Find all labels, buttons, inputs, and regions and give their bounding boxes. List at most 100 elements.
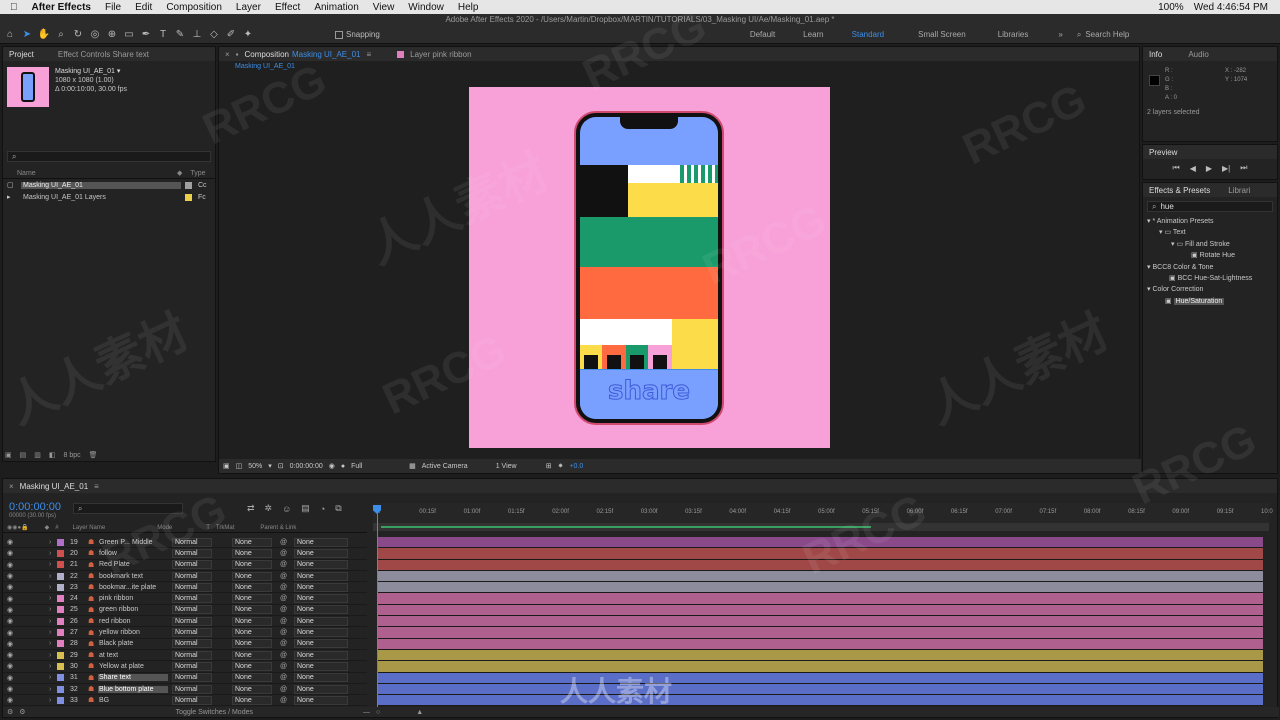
expand-icon[interactable]: ›: [49, 595, 57, 602]
next-frame-icon[interactable]: ▶|: [1222, 164, 1230, 173]
snapping-checkbox[interactable]: [335, 30, 343, 39]
tab-composition-name[interactable]: Masking UI_AE_01: [292, 50, 360, 59]
project-search-input[interactable]: ⌕: [7, 151, 211, 162]
rectangle-tool-icon[interactable]: ▭: [122, 28, 136, 42]
layer-name[interactable]: green ribbon: [98, 606, 168, 613]
visibility-eye-icon[interactable]: ◉: [7, 629, 19, 637]
exposure-icon[interactable]: ✷: [558, 462, 564, 470]
pen-tool-icon[interactable]: ✒: [139, 28, 153, 42]
pickwhip-icon[interactable]: @: [280, 550, 290, 557]
parent-dropdown[interactable]: None: [294, 684, 348, 694]
visibility-eye-icon[interactable]: ◉: [7, 538, 19, 546]
workspace-standard[interactable]: Standard: [852, 30, 884, 39]
effects-search-input[interactable]: ⌕ hue: [1147, 201, 1273, 212]
visibility-eye-icon[interactable]: ◉: [7, 674, 19, 682]
col-name[interactable]: Name: [17, 170, 177, 177]
layer-name[interactable]: Share text: [98, 674, 168, 682]
zoom-slider-icon[interactable]: ○: [376, 709, 380, 716]
label-swatch[interactable]: [57, 606, 64, 614]
menu-animation[interactable]: Animation: [314, 2, 358, 13]
clock[interactable]: Wed 4:46:54 PM: [1194, 2, 1268, 13]
tab-preview[interactable]: Preview: [1149, 148, 1177, 157]
tree-bcc-hue[interactable]: ▣ BCC Hue-Sat-Lightness: [1147, 273, 1277, 284]
parent-dropdown[interactable]: None: [294, 582, 348, 592]
work-area-bar[interactable]: [373, 523, 1269, 531]
parent-dropdown[interactable]: None: [294, 650, 348, 660]
layer-row[interactable]: ◉ › 28 ☗ Black plate Normal None @ None: [3, 639, 367, 650]
exposure-value[interactable]: +0.0: [569, 463, 583, 470]
mode-dropdown[interactable]: Normal: [172, 582, 212, 592]
pickwhip-icon[interactable]: @: [280, 595, 290, 602]
timeline-search-input[interactable]: ⌕: [73, 503, 183, 514]
trkmat-dropdown[interactable]: None: [232, 594, 272, 604]
layer-duration-bar[interactable]: [377, 695, 1263, 707]
draft-3d-icon[interactable]: ✲: [265, 503, 273, 514]
prev-frame-icon[interactable]: ◀: [1190, 164, 1196, 173]
mode-dropdown[interactable]: Normal: [172, 571, 212, 581]
label-swatch[interactable]: [57, 685, 64, 693]
layer-row[interactable]: ◉ › 21 ☗ Red Plate Normal None @ None: [3, 560, 367, 571]
layer-duration-bar[interactable]: [377, 661, 1263, 673]
comp-canvas[interactable]: share: [469, 87, 830, 448]
roto-tool-icon[interactable]: ✐: [224, 28, 238, 42]
type-tool-icon[interactable]: T: [156, 28, 170, 42]
visibility-eye-icon[interactable]: ◉: [7, 617, 19, 625]
trkmat-dropdown[interactable]: None: [232, 661, 272, 671]
parent-dropdown[interactable]: None: [294, 695, 348, 705]
layer-row[interactable]: ◉ › 29 ☗ at text Normal None @ None: [3, 650, 367, 662]
layer-row[interactable]: ◉ › 24 ☗ pink ribbon Normal None @ None: [3, 593, 367, 605]
tab-timeline[interactable]: Masking UI_AE_01: [20, 482, 88, 491]
close-timeline-icon[interactable]: ×: [9, 482, 14, 491]
layer-name[interactable]: BG: [98, 697, 168, 704]
mode-dropdown[interactable]: Normal: [172, 695, 212, 705]
shy-icon[interactable]: ☺: [282, 504, 291, 514]
parent-dropdown[interactable]: None: [294, 548, 348, 558]
menu-composition[interactable]: Composition: [166, 2, 222, 13]
expand-icon[interactable]: ›: [49, 640, 57, 647]
menu-app-name[interactable]: After Effects: [32, 2, 91, 13]
workspace-default[interactable]: Default: [750, 30, 775, 39]
expand-icon[interactable]: ›: [49, 686, 57, 693]
pickwhip-icon[interactable]: @: [280, 584, 290, 591]
layer-duration-bar[interactable]: [377, 537, 1263, 549]
project-item[interactable]: ▸ Masking UI_AE_01 Layers Fc: [3, 191, 215, 203]
layer-name[interactable]: Black plate: [98, 640, 168, 647]
layer-row[interactable]: ◉ › 32 ☗ Blue bottom plate Normal None @ None: [3, 684, 367, 696]
first-frame-icon[interactable]: ⏮: [1173, 163, 1180, 173]
visibility-eye-icon[interactable]: ◉: [7, 561, 19, 569]
eraser-tool-icon[interactable]: ◇: [207, 28, 221, 42]
layer-duration-bar[interactable]: [377, 683, 1263, 696]
visibility-eye-icon[interactable]: ◉: [7, 640, 19, 648]
new-comp-icon[interactable]: ▥: [34, 451, 41, 459]
layer-name[interactable]: pink ribbon: [98, 595, 168, 602]
color-icon[interactable]: ●: [341, 463, 345, 470]
layer-row[interactable]: ◉ › 25 ☗ green ribbon Normal None @ None: [3, 605, 367, 617]
pickwhip-icon[interactable]: @: [280, 539, 290, 546]
always-preview-icon[interactable]: ▣: [223, 462, 230, 470]
hand-tool-icon[interactable]: ✋: [37, 28, 51, 42]
trkmat-dropdown[interactable]: None: [232, 639, 272, 649]
search-help[interactable]: Search Help: [1085, 30, 1129, 39]
layer-name[interactable]: Green P... Middle: [98, 539, 168, 546]
layer-duration-bar[interactable]: [377, 638, 1263, 650]
grid-icon[interactable]: ▾: [268, 462, 272, 470]
more-workspaces-icon[interactable]: »: [1058, 30, 1062, 39]
layer-row[interactable]: ◉ › 19 ☗ Green P... Middle Normal None @ None: [3, 537, 367, 549]
tree-fill-stroke[interactable]: ▾ ▭ Fill and Stroke: [1147, 239, 1277, 250]
label-swatch[interactable]: [57, 696, 64, 704]
tree-animation-presets[interactable]: ▾ * Animation Presets: [1147, 216, 1277, 227]
layer-duration-bar[interactable]: [377, 649, 1263, 662]
layer-name[interactable]: Red Plate: [98, 561, 168, 568]
menu-file[interactable]: File: [105, 2, 121, 13]
tree-text[interactable]: ▾ ▭ Text: [1147, 227, 1277, 238]
mode-dropdown[interactable]: Normal: [172, 661, 212, 671]
bpc-icon[interactable]: ◧: [49, 451, 56, 459]
selection-tool-icon[interactable]: ➤: [20, 28, 34, 42]
region-icon[interactable]: ◫: [236, 462, 243, 470]
parent-dropdown[interactable]: None: [294, 537, 348, 547]
pickwhip-icon[interactable]: @: [280, 573, 290, 580]
expand-icon[interactable]: ›: [49, 697, 57, 704]
pickwhip-icon[interactable]: @: [280, 686, 290, 693]
expand-icon[interactable]: ›: [49, 629, 57, 636]
trkmat-dropdown[interactable]: None: [232, 628, 272, 638]
